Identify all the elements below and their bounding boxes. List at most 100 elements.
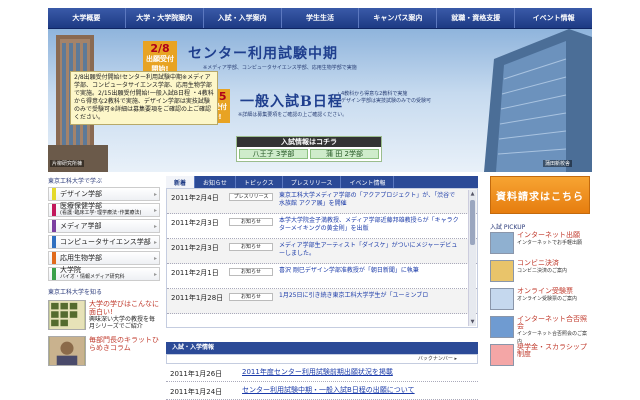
faculty-color-bar <box>52 268 56 280</box>
professor-thumbnail <box>48 300 86 330</box>
hero-sub-center-exam: ※メディア学部、コンピュータサイエンス学部、応用生物学部で実施 <box>203 65 357 71</box>
exam-info-heading: 入試情報はコチラ <box>237 137 381 147</box>
back-number-link[interactable]: バックナンバー ▸ <box>418 356 457 362</box>
admission-news: 入試・入学情報 バックナンバー ▸ 2011年1月26日 2011年度センター利… <box>166 342 478 400</box>
news-date: 2011年2月1日 <box>171 269 219 277</box>
news-link[interactable]: センター利用試験中期・一般入試B日程の出願について <box>242 386 474 399</box>
scroll-down-icon[interactable]: ▼ <box>470 319 475 325</box>
sidebar-item-faculty[interactable]: 応用生物学部 ▸ <box>48 251 160 265</box>
pickup-thumbnail <box>490 344 514 366</box>
news-tag: お知らせ <box>229 243 273 251</box>
request-materials-button[interactable]: 資料請求はこちら <box>490 176 590 214</box>
pickup-item[interactable]: 奨学金・スカラシップ制度 <box>490 344 590 371</box>
sidebar-item-faculty[interactable]: コンピュータサイエンス学部 ▸ <box>48 235 160 249</box>
sidebar-item-faculty[interactable]: 医療保健学部 (看護･臨床工学･理学療法･作業療法) ▸ <box>48 203 160 217</box>
pickup-item[interactable]: インターネット出願 インターネットでお手軽出願 <box>490 232 590 259</box>
pickup-desc: オンライン受験票のご案内 <box>517 296 578 302</box>
list-item[interactable]: 2011年1月24日 センター利用試験中期・一般入試B日程の出願について <box>166 382 478 400</box>
feature-item[interactable]: 毎部門長のキラットひらめきコラム <box>48 336 160 368</box>
news-link[interactable]: 喜沢 剛巳デザイン学部准教授が「朝日新聞」に執筆 <box>279 267 461 288</box>
pickup-thumbnail <box>490 232 514 254</box>
pickup-title-link[interactable]: インターネット出願 <box>517 232 590 239</box>
news-tabs: 新着 お知らせ トピックス プレスリリース イベント情報 <box>166 176 478 188</box>
pickup-title: 入試 PICKUP <box>490 224 526 231</box>
sidebar-item-faculty[interactable]: デザイン学部 ▸ <box>48 187 160 201</box>
know-section-title: 東京工科大学を知る <box>48 289 103 296</box>
news-link[interactable]: メディア学部生アーティスト「ダイスケ」がついにメジャーデビューしました。 <box>279 242 461 263</box>
faculty-sub: バイオ・情報メディア研究科 <box>60 274 125 280</box>
chevron-right-icon: ▸ <box>154 238 158 246</box>
scroll-up-icon[interactable]: ▲ <box>470 191 475 197</box>
nav-item-admission[interactable]: 入試・入学案内 <box>204 8 282 28</box>
tab-press[interactable]: プレスリリース <box>283 176 342 188</box>
tab-topics[interactable]: トピックス <box>236 176 283 188</box>
news-link[interactable]: 1月25日に引き続き東京工科大学学生が「ユーミンブロ <box>279 292 461 313</box>
pickup-title-link[interactable]: インターネット合否照会 <box>517 316 590 330</box>
faculty-sub: (看護･臨床工学･理学療法･作業療法) <box>60 210 142 216</box>
faculty-color-bar <box>52 252 56 264</box>
scroll-thumb[interactable] <box>470 200 475 245</box>
news-tag: プレスリリース <box>229 193 273 201</box>
tab-notices[interactable]: お知らせ <box>195 176 236 188</box>
news-date: 2011年2月3日 <box>171 219 219 227</box>
chevron-right-icon: ▸ <box>154 206 158 214</box>
news-date: 2011年1月26日 <box>170 370 223 378</box>
faculty-label: 応用生物学部 <box>60 254 154 262</box>
pickup-title-link[interactable]: 奨学金・スカラシップ制度 <box>517 344 590 358</box>
tab-new[interactable]: 新着 <box>166 176 196 188</box>
nav-item-student-life[interactable]: 学生生活 <box>282 8 360 28</box>
pickup-thumbnail <box>490 316 514 338</box>
news-link[interactable]: 本学大学院金子満教授、メディア学部近藤邦雄教授らが「キャラクターメイキングの黄金… <box>279 217 461 238</box>
chevron-right-icon: ▸ <box>154 270 158 278</box>
admission-news-title: 入試・入学情報 <box>166 342 478 354</box>
chevron-right-icon: ▸ <box>154 190 158 198</box>
nav-item-career[interactable]: 就職・資格支援 <box>437 8 516 28</box>
caption-left-building: 片柳研究所棟 <box>50 160 85 167</box>
news-date: 2011年1月28日 <box>171 294 224 302</box>
exam-hachioji-button[interactable]: 八王子 3学部 <box>239 149 308 159</box>
feature-title[interactable]: 毎部門長のキラットひらめきコラム <box>89 336 160 352</box>
pickup-title-link[interactable]: コンビニ決済 <box>517 260 590 267</box>
pickup-item[interactable]: オンライン受験票 オンライン受験票のご案内 <box>490 288 590 315</box>
news-row[interactable]: 2011年2月3日 お知らせ メディア学部生アーティスト「ダイスケ」がついにメジャー… <box>167 239 477 264</box>
feature-desc: 興味深い大学の教授を毎月シリーズでご紹介 <box>89 316 156 330</box>
pickup-desc: インターネットでお手軽出願 <box>517 240 583 246</box>
sidebar-item-faculty[interactable]: メディア学部 ▸ <box>48 219 160 233</box>
pickup-thumbnail <box>490 288 514 310</box>
pickup-item[interactable]: コンビニ決済 コンビニ決済のご案内 <box>490 260 590 287</box>
news-link[interactable]: 2011年度センター利用試験前期出願状況を掲載 <box>242 368 474 381</box>
pickup-title-link[interactable]: オンライン受験票 <box>517 288 590 295</box>
pickup-item[interactable]: インターネット合否照会 インターネット合否照会のご案内 <box>490 316 590 345</box>
news-row[interactable]: 2011年1月28日 お知らせ 1月25日に引き続き東京工科大学学生が「ユーミンブロ <box>167 289 477 314</box>
nav-item-campus[interactable]: キャンパス案内 <box>359 8 438 28</box>
chevron-right-icon: ▸ <box>154 254 158 262</box>
hero-sub-line: ・デザイン学部は実技試験のみでの受験可 <box>336 98 432 104</box>
tab-events[interactable]: イベント情報 <box>341 176 395 188</box>
exam-info-box: 入試情報はコチラ 八王子 3学部 蒲 田 2学部 <box>236 136 382 162</box>
hero-tooltip: 2/8出願受付開始!センター利用試験中期※メディア学部、コンピュータサイエンス学… <box>70 71 218 125</box>
sidebar-item-faculty[interactable]: 大学院 バイオ・情報メディア研究科 ▸ <box>48 267 160 281</box>
news-row[interactable]: 2011年2月4日 プレスリリース 東京工科大学メディア学部の「アクアプロジェクト」… <box>167 189 477 214</box>
feature-title[interactable]: 大学の学びはこんなに面白い! <box>89 300 160 316</box>
nav-item-about[interactable]: 大学概要 <box>48 8 126 28</box>
faculty-label: 大学院 バイオ・情報メディア研究科 <box>60 267 154 281</box>
nav-item-university[interactable]: 大学・大学院案内 <box>126 8 204 28</box>
news-date: 2011年2月4日 <box>171 194 219 202</box>
list-item[interactable]: 2011年1月26日 2011年度センター利用試験前期出願状況を掲載 <box>166 364 478 382</box>
news-link[interactable]: 東京工科大学メディア学部の「アクアプロジェクト」が、「渋谷で水族館 アクア展」を… <box>279 192 461 213</box>
faculty-color-bar <box>52 188 56 200</box>
feature-item[interactable]: 大学の学びはこんなに面白い! 興味深い大学の教授を毎月シリーズでご紹介 <box>48 300 160 332</box>
badge-line1: 出願受付 <box>146 55 174 63</box>
faculty-name: 医療保健学部 <box>60 202 102 210</box>
column-thumbnail <box>48 336 86 366</box>
news-row[interactable]: 2011年2月1日 お知らせ 喜沢 剛巳デザイン学部准教授が「朝日新聞」に執筆 <box>167 264 477 289</box>
learn-section-title: 東京工科大学で学ぶ <box>48 178 103 185</box>
news-row[interactable]: 2011年2月3日 お知らせ 本学大学院金子満教授、メディア学部近藤邦雄教授らが「キ… <box>167 214 477 239</box>
exam-kamata-button[interactable]: 蒲 田 2学部 <box>310 149 379 159</box>
faculty-label: メディア学部 <box>60 222 154 230</box>
faculty-label: デザイン学部 <box>60 190 154 198</box>
news-list: 2011年2月4日 プレスリリース 東京工科大学メディア学部の「アクアプロジェクト」… <box>166 188 478 328</box>
nav-item-events[interactable]: イベント情報 <box>515 8 592 28</box>
news-scrollbar[interactable]: ▲ ▼ <box>468 190 476 326</box>
caption-right-building: 蒲田新校舎 <box>542 160 572 167</box>
